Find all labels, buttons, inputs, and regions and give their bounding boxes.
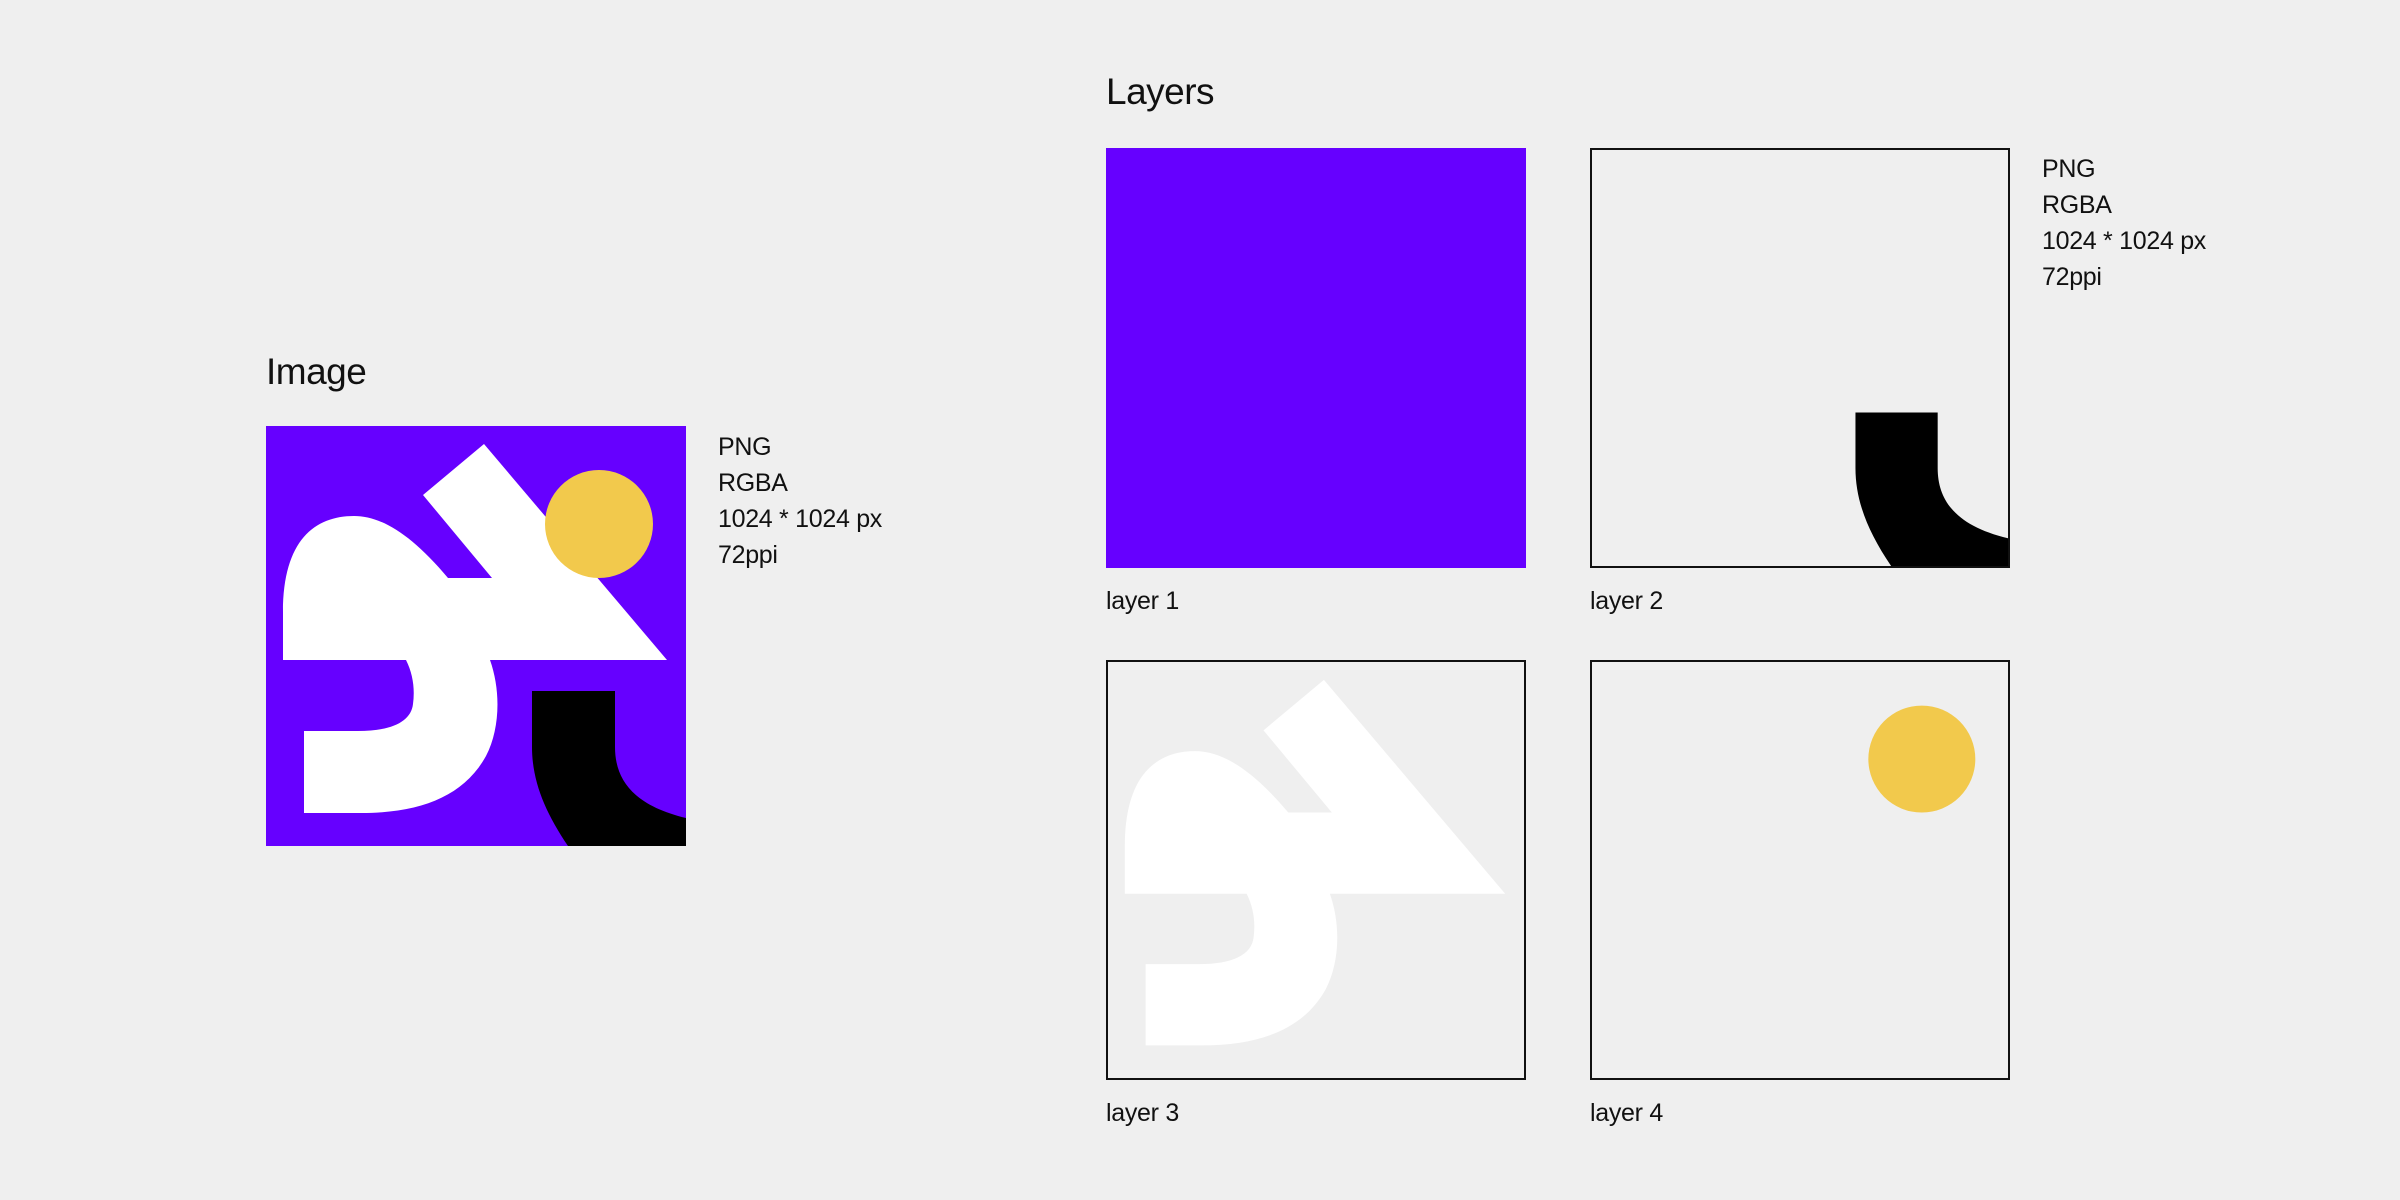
image-section-title: Image	[266, 351, 367, 392]
layers-color-mode: RGBA	[2042, 191, 2112, 219]
layer-2-label: layer 2	[1590, 587, 1663, 615]
layer-4-graphic	[1868, 705, 1976, 813]
purple-fill-shape	[1106, 148, 1526, 568]
layers-dimensions: 1024 * 1024 px	[2042, 227, 2207, 255]
layers-section-title: Layers	[1106, 71, 1215, 112]
layer-1-label: layer 1	[1106, 587, 1179, 615]
layer-3-thumbnail	[1106, 660, 1526, 1080]
image-resolution: 72ppi	[718, 541, 778, 569]
composite-image	[266, 426, 686, 846]
image-dimensions: 1024 * 1024 px	[718, 505, 883, 533]
layers-format: PNG	[2042, 155, 2096, 183]
layer-4-label: layer 4	[1590, 1099, 1663, 1127]
layer-3-graphic	[1124, 679, 1506, 1046]
yellow-circle-shape	[1868, 705, 1976, 813]
image-format: PNG	[718, 433, 772, 461]
image-color-mode: RGBA	[718, 469, 788, 497]
layers-resolution: 72ppi	[2042, 263, 2102, 291]
layer-4-thumbnail	[1590, 660, 2010, 1080]
layers-metadata: PNG RGBA 1024 * 1024 px 72ppi	[2042, 151, 2206, 295]
layer-3-label: layer 3	[1106, 1099, 1179, 1127]
yellow-circle-shape	[545, 470, 653, 578]
layer-2-graphic	[1855, 412, 2008, 566]
layer-2-thumbnail	[1590, 148, 2010, 568]
white-glyph-shape	[1124, 679, 1506, 1046]
composite-image-graphic	[266, 426, 686, 846]
layer-1-graphic	[1106, 148, 1526, 568]
image-metadata: PNG RGBA 1024 * 1024 px 72ppi	[718, 429, 882, 573]
layer-1-thumbnail	[1106, 148, 1526, 568]
black-curve-shape	[1855, 412, 2008, 566]
